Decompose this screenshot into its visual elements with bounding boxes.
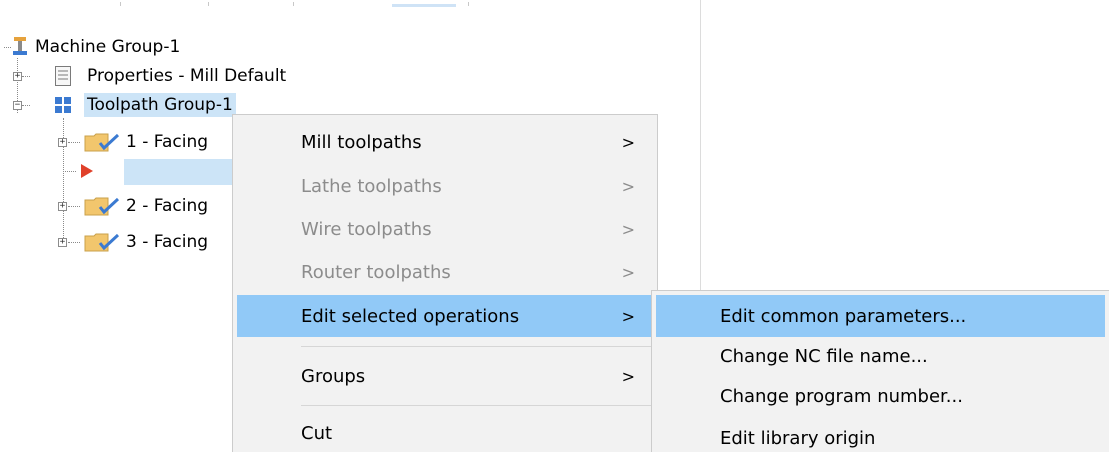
operation-folder-check-icon	[84, 231, 120, 258]
tree-connector	[63, 171, 76, 172]
tree-connector	[22, 105, 30, 106]
operation-folder-check-icon	[84, 131, 120, 158]
machine-icon	[12, 36, 28, 58]
menu-item-label: Edit library origin	[720, 427, 876, 449]
expand-plus-icon[interactable]: +	[58, 238, 67, 247]
menu-item-label: Edit common parameters...	[720, 305, 967, 327]
play-marker-icon	[80, 163, 94, 183]
tree-connector	[68, 242, 80, 243]
menu-separator	[301, 346, 651, 347]
menu-item-router-toolpaths[interactable]: Router toolpaths >	[237, 251, 653, 293]
menu-item-label: Mill toolpaths	[301, 131, 422, 153]
menu-item-edit-common-parameters[interactable]: Edit common parameters...	[656, 295, 1105, 337]
tree-connector	[4, 47, 11, 48]
menu-item-edit-library-origin[interactable]: Edit library origin	[656, 417, 1105, 459]
operation-3-label: 3 - Facing	[126, 232, 209, 252]
collapse-minus-icon[interactable]: −	[13, 101, 22, 110]
operation-2-label: 2 - Facing	[126, 196, 209, 216]
properties-label: Properties - Mill Default	[87, 66, 287, 86]
operation-1-label: 1 - Facing	[126, 132, 209, 152]
menu-item-change-program-number[interactable]: Change program number...	[656, 375, 1105, 417]
toolpath-group-icon	[54, 96, 72, 119]
menu-item-label: Wire toolpaths	[301, 218, 432, 240]
chevron-right-icon: >	[621, 132, 635, 152]
menu-item-mill-toolpaths[interactable]: Mill toolpaths >	[237, 121, 653, 163]
menu-separator	[301, 405, 651, 406]
chevron-right-icon: >	[621, 306, 635, 326]
expand-plus-icon[interactable]: +	[13, 72, 22, 81]
menu-item-label: Lathe toolpaths	[301, 175, 442, 197]
menu-item-label: Change program number...	[720, 385, 963, 407]
properties-icon	[54, 65, 72, 92]
chevron-right-icon: >	[621, 366, 635, 386]
menu-item-label: Cut	[301, 422, 333, 444]
menu-item-label: Change NC file name...	[720, 345, 928, 367]
machine-group-label: Machine Group-1	[35, 37, 181, 57]
menu-item-label: Edit selected operations	[301, 305, 520, 327]
edit-selected-operations-submenu: Edit common parameters... Change NC file…	[651, 290, 1109, 452]
expand-plus-icon[interactable]: +	[58, 138, 67, 147]
toolpath-group-label: Toolpath Group-1	[84, 93, 236, 117]
tree-connector	[22, 76, 30, 77]
expand-plus-icon[interactable]: +	[58, 202, 67, 211]
tree-connector	[68, 142, 80, 143]
menu-item-wire-toolpaths[interactable]: Wire toolpaths >	[237, 208, 653, 250]
menu-item-label: Router toolpaths	[301, 261, 451, 283]
menu-item-groups[interactable]: Groups >	[237, 355, 653, 397]
context-menu: Mill toolpaths > Lathe toolpaths > Wire …	[232, 114, 658, 452]
menu-item-cut[interactable]: Cut	[237, 412, 653, 454]
tree-connector	[68, 206, 80, 207]
insert-position-row[interactable]	[124, 159, 244, 185]
chevron-right-icon: >	[621, 219, 635, 239]
menu-item-lathe-toolpaths[interactable]: Lathe toolpaths >	[237, 165, 653, 207]
operation-folder-check-icon	[84, 195, 120, 222]
chevron-right-icon: >	[621, 176, 635, 196]
menu-item-edit-selected-operations[interactable]: Edit selected operations >	[237, 295, 653, 337]
menu-item-change-nc-file-name[interactable]: Change NC file name...	[656, 335, 1105, 377]
menu-item-label: Groups	[301, 365, 366, 387]
chevron-right-icon: >	[621, 262, 635, 282]
